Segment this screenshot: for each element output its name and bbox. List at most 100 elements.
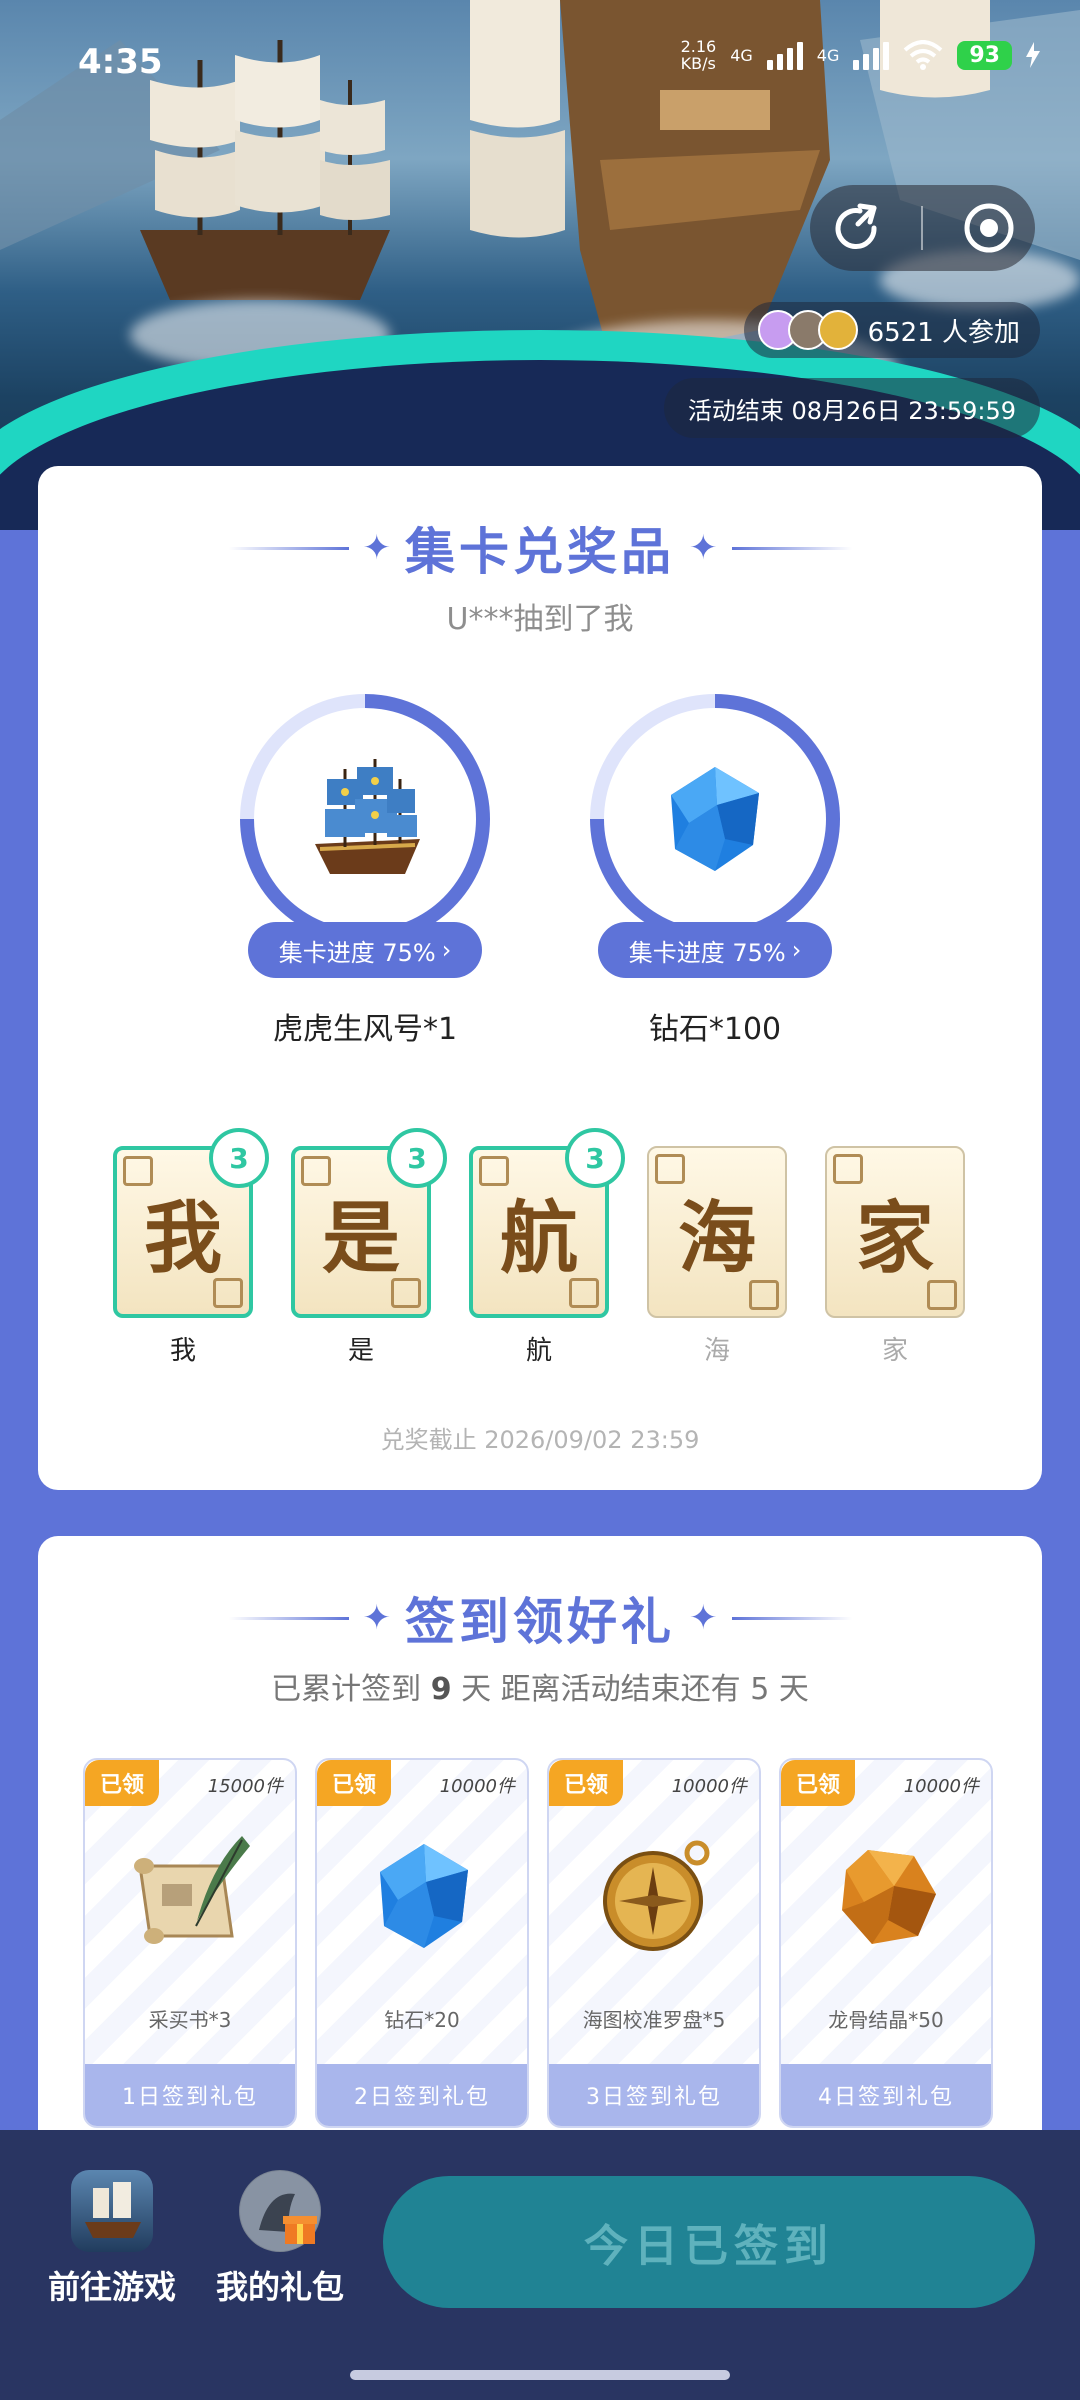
gift-name: 龙骨结晶*50 — [828, 2008, 944, 2032]
summary-prefix: 已累计签到 — [271, 1672, 422, 1707]
letter-card[interactable]: 航 3 航 — [469, 1128, 625, 1367]
checkin-gift-card[interactable]: 已领 10000件 海图校准罗盘*5 3日签到礼包 — [547, 1758, 761, 2128]
net-speed-unit: KB/s — [680, 54, 716, 73]
capsule-menu — [810, 185, 1035, 271]
chevron-right-icon: › — [791, 936, 802, 964]
collect-progress-button[interactable]: 集卡进度 75% › — [248, 922, 482, 978]
participants-count: 6521 人参加 — [867, 317, 1020, 348]
letter-card-tile: 海 — [647, 1146, 787, 1318]
corner-ornament — [833, 1154, 863, 1184]
section-title-checkin: ✦ 签到领好礼 ✦ — [38, 1582, 1042, 1654]
letter-card[interactable]: 我 3 我 — [113, 1128, 269, 1367]
amber-crystal-icon — [842, 1850, 936, 1944]
gift-name: 采买书*3 — [148, 2008, 232, 2032]
letter-card[interactable]: 海 海 — [647, 1146, 787, 1367]
signal-icon — [766, 40, 803, 70]
letter-card-char: 是 — [321, 1193, 400, 1284]
chevron-right-icon: › — [441, 936, 452, 964]
claimed-tag: 已领 — [85, 1760, 159, 1806]
diamond-icon — [380, 1844, 468, 1948]
avatar — [817, 310, 858, 350]
gift-day-label: 3日签到礼包 — [549, 2064, 759, 2126]
summary-remaining: 5 — [750, 1672, 770, 1707]
letter-card-char: 海 — [677, 1193, 756, 1284]
status-icons: 2.16 KB/s 4G 4G 93 — [681, 38, 1040, 72]
collect-title: 集卡兑奖品 — [405, 523, 675, 581]
prize-item[interactable]: 集卡进度 75% › 虎虎生风号*1 — [240, 694, 490, 1047]
gift-day-label: 4日签到礼包 — [781, 2064, 991, 2126]
net-speed-value: 2.16 — [680, 37, 717, 56]
capsule-divider — [921, 206, 924, 250]
anchor-ornament — [569, 1278, 599, 1308]
scroll-quill-icon — [134, 1836, 250, 1944]
letter-card-label: 是 — [347, 1336, 374, 1366]
progress-ring — [240, 694, 490, 944]
collect-cards-section: ✦ 集卡兑奖品 ✦ U***抽到了我 集卡进度 75% › 虎虎生风号*1 集卡… — [38, 466, 1042, 1490]
diamond-icon — [671, 767, 759, 871]
summary-mid: 天 距离活动结束还有 — [461, 1672, 741, 1707]
my-gifts-button[interactable]: 我的礼包 — [200, 2170, 360, 2308]
go-to-game-button[interactable]: 前往游戏 — [32, 2170, 192, 2308]
corner-ornament — [655, 1154, 685, 1184]
gift-quantity: 10000件 — [903, 1776, 979, 1797]
close-target-icon[interactable] — [963, 202, 1015, 254]
gift-image — [586, 1826, 726, 1966]
checkin-title: 签到领好礼 — [405, 1593, 675, 1651]
gift-image — [122, 1826, 262, 1966]
gift-quantity: 15000件 — [207, 1776, 283, 1797]
charging-icon — [1026, 42, 1040, 68]
gift-day-label: 2日签到礼包 — [317, 2064, 527, 2126]
anchor-ornament — [213, 1278, 243, 1308]
checkin-gift-card[interactable]: 已领 15000件 采买书*3 1日签到礼包 — [83, 1758, 297, 2128]
letter-card-char: 我 — [143, 1193, 222, 1284]
collect-progress-label: 集卡进度 75% — [278, 938, 436, 967]
collect-progress-label: 集卡进度 75% — [628, 938, 786, 967]
checkin-section: ✦ 签到领好礼 ✦ 已累计签到 9 天 距离活动结束还有 5 天 已领 1500… — [38, 1536, 1042, 2136]
checkin-gift-list: 已领 15000件 采买书*3 1日签到礼包 已领 10000件 钻石*20 2… — [83, 1758, 993, 2128]
sparkle-icon: ✦ — [362, 528, 392, 568]
title-decor-line — [731, 546, 852, 550]
hero-banner: 4:35 2.16 KB/s 4G 4G 93 6521 人参加 活动结束 08… — [0, 0, 1080, 530]
prize-image — [604, 708, 826, 930]
corner-ornament — [479, 1156, 509, 1186]
anchor-ornament — [391, 1278, 421, 1308]
checked-in-today-button[interactable]: 今日已签到 — [383, 2176, 1035, 2308]
sparkle-icon: ✦ — [689, 528, 718, 568]
progress-ring — [590, 694, 840, 944]
prize-item[interactable]: 集卡进度 75% › 钻石*100 — [590, 694, 840, 1047]
prize-name: 虎虎生风号*1 — [272, 1012, 458, 1047]
status-time: 4:35 — [78, 42, 163, 82]
card-count-badge: 3 — [209, 1128, 269, 1188]
collect-progress-button[interactable]: 集卡进度 75% › — [598, 922, 832, 978]
prize-image — [254, 708, 476, 930]
checkin-gift-card[interactable]: 已领 10000件 钻石*20 2日签到礼包 — [315, 1758, 529, 2128]
gift-quantity: 10000件 — [671, 1776, 747, 1797]
share-icon[interactable] — [830, 202, 882, 254]
letter-card[interactable]: 是 3 是 — [291, 1128, 447, 1367]
gift-box-icon — [239, 2170, 321, 2252]
letter-card-label: 航 — [525, 1336, 552, 1366]
compass-icon — [603, 1840, 710, 1951]
net-speed: 2.16 KB/s — [681, 38, 717, 72]
letter-card-label: 我 — [169, 1336, 196, 1366]
participants-badge: 6521 人参加 — [743, 302, 1040, 358]
card-count-badge: 3 — [387, 1128, 447, 1188]
prize-name: 钻石*100 — [648, 1012, 782, 1047]
letter-cards: 我 3 我 是 3 是 航 3 航 海 海 家 家 — [113, 1128, 965, 1367]
title-decor-line — [228, 1616, 349, 1620]
home-indicator[interactable] — [350, 2370, 730, 2380]
corner-ornament — [123, 1156, 153, 1186]
redeem-deadline: 兑奖截止 2026/09/02 23:59 — [380, 1426, 700, 1454]
checkin-gift-card[interactable]: 已领 10000件 龙骨结晶*50 4日签到礼包 — [779, 1758, 993, 2128]
gift-image — [354, 1826, 494, 1966]
claimed-tag: 已领 — [781, 1760, 855, 1806]
section-title-collect: ✦ 集卡兑奖品 ✦ — [38, 512, 1042, 584]
checkin-summary: 已累计签到 9 天 距离活动结束还有 5 天 — [38, 1664, 1042, 1708]
signal-label-2: 4G — [816, 45, 840, 65]
letter-card-char: 航 — [499, 1193, 578, 1284]
title-decor-line — [228, 546, 349, 550]
gift-image — [818, 1826, 958, 1966]
claimed-tag: 已领 — [549, 1760, 623, 1806]
summary-days: 9 — [430, 1672, 452, 1707]
letter-card[interactable]: 家 家 — [825, 1146, 965, 1367]
